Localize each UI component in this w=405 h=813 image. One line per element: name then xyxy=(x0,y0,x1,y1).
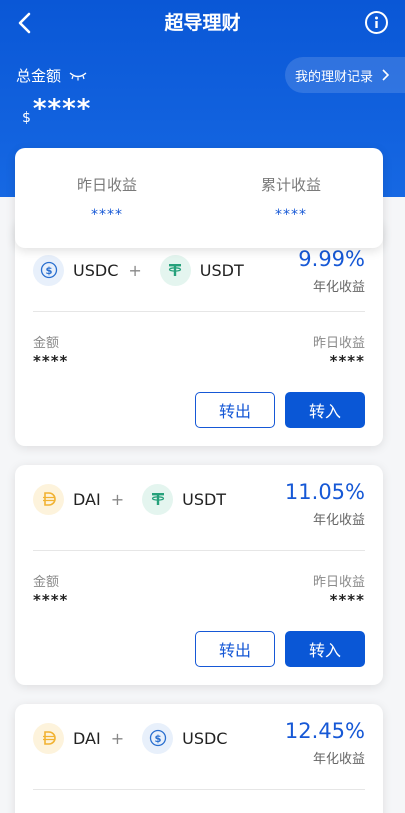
product-card[interactable]: DAI + USDT 11.05% 年化收益 金额 昨日收益 **** ****… xyxy=(15,465,383,685)
dai-icon xyxy=(33,722,64,754)
eye-closed-icon[interactable] xyxy=(69,71,87,81)
balance-value: **** xyxy=(32,94,92,124)
svg-text:$: $ xyxy=(45,266,52,277)
transfer-out-button[interactable]: 转出 xyxy=(195,631,275,667)
finance-records-label: 我的理财记录 xyxy=(295,69,374,85)
cumulative-earnings: 累计收益 **** xyxy=(199,148,383,248)
yesterday-earnings: 昨日收益 **** xyxy=(15,148,199,248)
transfer-in-button[interactable]: 转入 xyxy=(285,631,365,667)
coin-pair: $ USDC + USDT xyxy=(33,254,244,286)
usdt-icon xyxy=(159,254,191,286)
coin2-name: USDT xyxy=(199,260,244,280)
yesterday-yield-label: 昨日收益 xyxy=(312,575,365,590)
annual-rate-value: 9.99% xyxy=(298,247,365,271)
transfer-out-button[interactable]: 转出 xyxy=(195,392,275,428)
product-card[interactable]: $ USDC + USDT 9.99% 年化收益 金额 昨日收益 **** **… xyxy=(15,220,383,446)
annual-rate: 12.45% 年化收益 xyxy=(285,718,365,767)
divider xyxy=(33,311,365,312)
transfer-in-button[interactable]: 转入 xyxy=(285,392,365,428)
amount-value: **** xyxy=(33,352,69,370)
plus-sign: + xyxy=(110,728,125,748)
cumulative-earnings-value: **** xyxy=(275,207,307,223)
divider xyxy=(33,550,365,551)
coin2-name: USDC xyxy=(182,728,228,748)
coin-pair: DAI + USDT xyxy=(33,483,226,515)
chevron-right-icon xyxy=(382,69,390,81)
annual-rate-label: 年化收益 xyxy=(312,280,365,295)
cumulative-earnings-label: 累计收益 xyxy=(260,176,321,194)
coin-pair: DAI + $ USDC xyxy=(33,722,227,754)
finance-records-button[interactable]: 我的理财记录 xyxy=(285,57,405,93)
total-amount-label: 总金额 xyxy=(16,67,62,85)
info-button[interactable] xyxy=(365,11,388,34)
page-title: 超导理财 xyxy=(164,12,241,34)
usdt-icon xyxy=(142,483,174,515)
annual-rate-value: 11.05% xyxy=(284,480,365,504)
info-icon xyxy=(375,16,378,28)
yesterday-yield-label: 昨日收益 xyxy=(312,336,365,351)
divider xyxy=(33,789,365,790)
annual-rate-label: 年化收益 xyxy=(312,752,365,767)
coin1-name: USDC xyxy=(73,260,119,280)
currency-symbol: $ xyxy=(22,110,31,126)
svg-text:$: $ xyxy=(154,734,161,745)
annual-rate-value: 12.45% xyxy=(284,719,365,743)
dai-icon xyxy=(33,483,64,515)
coin1-name: DAI xyxy=(73,728,101,748)
usdc-icon: $ xyxy=(33,254,64,286)
balance: $ **** xyxy=(22,94,92,126)
earnings-summary-card: 昨日收益 **** 累计收益 **** xyxy=(15,148,383,248)
amount-label: 金额 xyxy=(33,575,60,590)
product-card[interactable]: DAI + $ USDC 12.45% 年化收益 xyxy=(15,704,383,813)
annual-rate-label: 年化收益 xyxy=(312,513,365,528)
plus-sign: + xyxy=(110,489,125,509)
annual-rate: 9.99% 年化收益 xyxy=(298,246,365,295)
coin1-name: DAI xyxy=(73,489,101,509)
total-amount-row: 总金额 xyxy=(16,65,87,86)
coin2-name: USDT xyxy=(182,489,227,509)
annual-rate: 11.05% 年化收益 xyxy=(285,479,365,528)
yesterday-earnings-value: **** xyxy=(91,207,123,223)
yesterday-yield-value: **** xyxy=(329,591,365,609)
amount-value: **** xyxy=(33,591,69,609)
yesterday-yield-value: **** xyxy=(329,352,365,370)
amount-label: 金额 xyxy=(33,336,60,351)
yesterday-earnings-label: 昨日收益 xyxy=(76,176,137,194)
usdc-icon: $ xyxy=(142,722,174,754)
plus-sign: + xyxy=(128,260,142,280)
